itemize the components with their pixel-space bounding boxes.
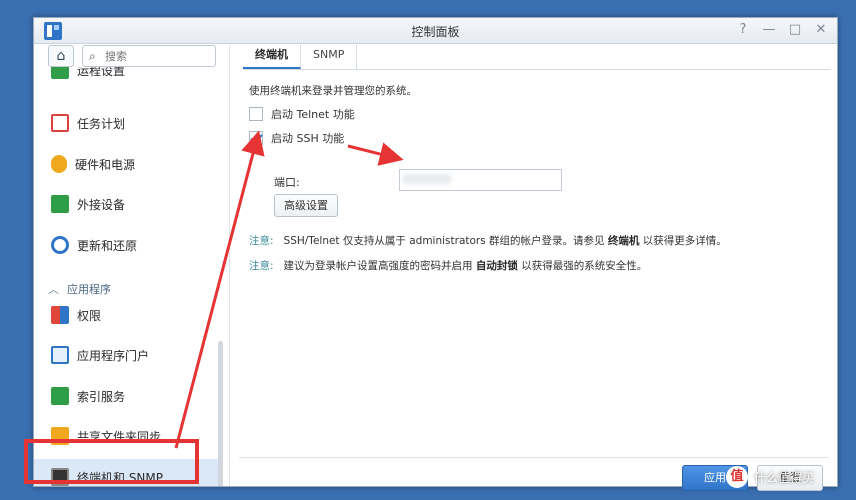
- terminal-description: 使用终端机来登录并管理您的系统。: [249, 85, 417, 97]
- sidebar: ⌂ ⌕ 运程设置 任务计划 硬件和电源 外接设备 更新和还原 ︿ 应用程序: [34, 45, 230, 486]
- sidebar-item-label: 应用程序门户: [77, 348, 150, 363]
- tab-bar: 终端机 SNMP: [243, 45, 358, 69]
- note-text: 以获得更多详情。: [642, 235, 727, 247]
- watermark-text: 什么值得买: [754, 470, 815, 485]
- control-panel-window: 控制面板 ? — □ ✕ ⌂ ⌕ 运程设置 任务计划 硬件和电源: [33, 17, 838, 491]
- maximize-button[interactable]: □: [787, 21, 803, 39]
- sidebar-item-label: 索引服务: [77, 389, 126, 404]
- lightbulb-icon: [51, 155, 67, 173]
- port-label: 端口:: [274, 176, 300, 189]
- sidebar-item-hardware-power[interactable]: 硬件和电源: [46, 146, 216, 182]
- sidebar-item-update-restore[interactable]: 更新和还原: [46, 227, 216, 263]
- telnet-checkbox[interactable]: [249, 107, 263, 121]
- note-text: 以获得最强的系统安全性。: [521, 260, 648, 272]
- search-input[interactable]: [105, 48, 210, 64]
- sidebar-item-label: 硬件和电源: [75, 157, 136, 172]
- terminal-help-link[interactable]: 终端机: [608, 235, 640, 247]
- sidebar-item-label: 运程设置: [77, 67, 126, 78]
- sidebar-item-label: 更新和还原: [77, 238, 138, 253]
- note-text: 建议为登录帐户设置高强度的密码并启用: [283, 260, 473, 272]
- sidebar-item-label: 任务计划: [77, 116, 126, 131]
- telnet-option[interactable]: 启动 Telnet 功能: [249, 106, 355, 122]
- section-header-applications[interactable]: ︿ 应用程序: [48, 281, 111, 297]
- portal-icon: [51, 346, 69, 364]
- note-tag: 注意:: [249, 260, 274, 272]
- tab-divider: [243, 69, 831, 70]
- ssh-label: 启动 SSH 功能: [271, 132, 345, 145]
- sidebar-scrollbar[interactable]: [218, 341, 223, 486]
- note-ssh-telnet: 注意: SSH/Telnet 仅支持从属于 administrators 群组的帐…: [249, 233, 727, 248]
- help-button[interactable]: ?: [735, 21, 751, 39]
- telnet-label: 启动 Telnet 功能: [271, 108, 355, 121]
- sidebar-item-task-scheduler[interactable]: 任务计划: [46, 105, 216, 141]
- footer-divider: [239, 457, 829, 458]
- window-title: 控制面板: [411, 25, 460, 39]
- sidebar-item-label: 外接设备: [77, 197, 126, 212]
- ssh-checkbox[interactable]: [249, 131, 263, 145]
- chevron-up-icon: ︿: [48, 283, 59, 296]
- sidebar-item-indexing-service[interactable]: 索引服务: [46, 378, 216, 414]
- tab-snmp[interactable]: SNMP: [301, 45, 358, 69]
- advanced-settings-button[interactable]: 高级设置: [274, 194, 338, 217]
- search-icon: ⌕: [89, 49, 96, 63]
- watermark: 值 什么值得买: [726, 466, 814, 488]
- tab-terminal[interactable]: 终端机: [243, 45, 301, 69]
- minimize-button[interactable]: —: [761, 21, 777, 39]
- puzzle-icon: [51, 306, 69, 324]
- port-value-redacted: [403, 174, 451, 184]
- sidebar-item-label: 权限: [77, 308, 102, 323]
- home-icon: ⌂: [56, 48, 66, 64]
- calendar-icon: [51, 114, 69, 132]
- note-text: SSH/Telnet 仅支持从属于 administrators 群组的帐户登录…: [283, 235, 605, 247]
- section-label: 应用程序: [67, 283, 111, 296]
- sidebar-item-privileges[interactable]: 权限: [46, 297, 216, 333]
- title-bar[interactable]: 控制面板 ? — □ ✕: [34, 18, 837, 44]
- highlight-annotation-box: [24, 439, 199, 484]
- search-box[interactable]: ⌕: [82, 45, 216, 67]
- magnifier-icon: [51, 387, 69, 405]
- ssh-option[interactable]: 启动 SSH 功能: [249, 130, 344, 146]
- main-panel: 终端机 SNMP 使用终端机来登录并管理您的系统。 启动 Telnet 功能 启…: [231, 45, 837, 491]
- watermark-logo: 值: [726, 466, 748, 488]
- note-tag: 注意:: [249, 235, 274, 247]
- sidebar-item-remote-partial[interactable]: 运程设置: [46, 67, 216, 87]
- sidebar-item-application-portal[interactable]: 应用程序门户: [46, 337, 216, 373]
- window-controls: ? — □ ✕: [735, 21, 829, 39]
- auto-block-link[interactable]: 自动封锁: [476, 260, 518, 272]
- refresh-icon: [51, 236, 69, 254]
- note-password: 注意: 建议为登录帐户设置高强度的密码并启用 自动封锁 以获得最强的系统安全性。: [249, 258, 647, 273]
- close-button[interactable]: ✕: [813, 21, 829, 39]
- home-button[interactable]: ⌂: [48, 45, 74, 67]
- sidebar-item-external-devices[interactable]: 外接设备: [46, 186, 216, 222]
- remote-icon: [51, 67, 69, 79]
- upload-icon: [51, 195, 69, 213]
